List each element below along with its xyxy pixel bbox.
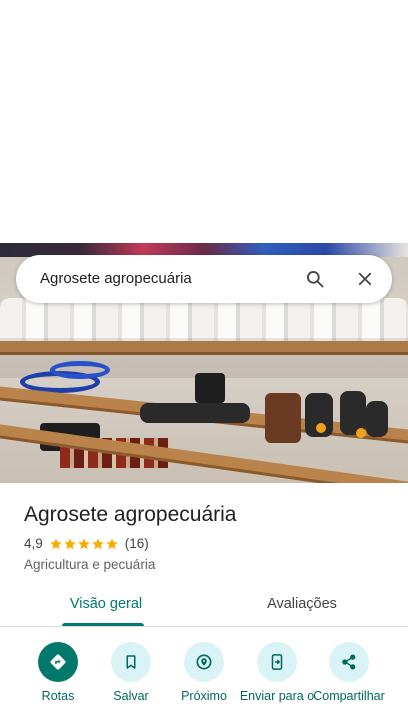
save-label: Salvar [113, 689, 149, 703]
directions-label: Rotas [41, 689, 75, 703]
rating-value: 4,9 [24, 536, 43, 551]
star-icon [92, 537, 104, 549]
star-icon [78, 537, 90, 549]
photo-tools [140, 403, 250, 423]
place-category: Agricultura e pecuária [24, 557, 156, 572]
tabs-divider [0, 626, 408, 627]
search-icon[interactable] [303, 267, 327, 291]
photo-tools-4 [366, 401, 388, 437]
star-icon [106, 537, 118, 549]
place-title: Agrosete agropecuária [24, 503, 237, 526]
photo-orange-dot-2 [356, 428, 366, 438]
photo-brown-item [265, 393, 301, 443]
photo-dark-item [195, 373, 225, 403]
map-place-page: Agrosete agropecuária Agrosete agropecuá… [0, 0, 408, 726]
save-button[interactable]: Salvar [92, 642, 170, 702]
nearby-button[interactable]: Próximo [165, 642, 243, 702]
star-icon [64, 537, 76, 549]
send-to-phone-icon [257, 642, 297, 682]
send-to-phone-label: Enviar para o [239, 689, 315, 703]
share-icon [329, 642, 369, 682]
nearby-icon [184, 642, 224, 682]
rating-stars [49, 537, 119, 551]
share-label: Compartilhar [313, 689, 385, 703]
star-icon [50, 537, 62, 549]
search-bar[interactable]: Agrosete agropecuária [16, 255, 392, 303]
rating-row[interactable]: 4,9 (16) [24, 536, 149, 551]
search-input[interactable]: Agrosete agropecuária [40, 270, 192, 287]
close-icon[interactable] [353, 267, 377, 291]
photo-orange-dot [316, 423, 326, 433]
tab-reviews[interactable]: Avaliações [252, 596, 352, 612]
nearby-label: Próximo [181, 689, 227, 703]
tab-overview[interactable]: Visão geral [56, 596, 156, 612]
bookmark-icon [111, 642, 151, 682]
review-count[interactable]: (16) [125, 536, 149, 551]
directions-button[interactable]: Rotas [19, 642, 97, 702]
photo-blue-rope-2 [50, 361, 110, 379]
send-to-phone-button[interactable]: Enviar para o [238, 642, 316, 702]
share-button[interactable]: Compartilhar [310, 642, 388, 702]
directions-icon [38, 642, 78, 682]
